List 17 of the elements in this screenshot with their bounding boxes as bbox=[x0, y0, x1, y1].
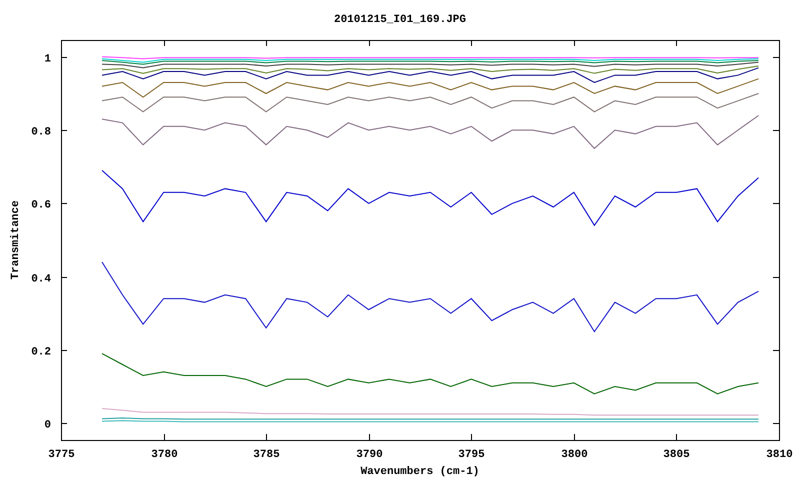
chart-title: 20101215_I01_169.JPG bbox=[334, 14, 466, 26]
tick-label: 1 bbox=[44, 54, 51, 66]
tick-label: 3800 bbox=[561, 449, 588, 461]
tick-label: 0 bbox=[44, 420, 51, 432]
x-axis-label: Wavenumbers (cm-1) bbox=[360, 466, 480, 478]
tick-label: 3790 bbox=[356, 449, 383, 461]
tick-label: 3780 bbox=[151, 449, 178, 461]
tick-label: 0.2 bbox=[31, 346, 51, 358]
tick-label: 3785 bbox=[253, 449, 280, 461]
tick-label: 0.8 bbox=[31, 126, 51, 138]
y-axis-label: Transmitance bbox=[10, 200, 22, 280]
tick-label: 3810 bbox=[766, 449, 793, 461]
tick-label: 3775 bbox=[48, 449, 75, 461]
tick-label: 3805 bbox=[663, 449, 690, 461]
tick-label: 3795 bbox=[458, 449, 485, 461]
tick-label: 0.6 bbox=[31, 200, 51, 212]
tick-label: 0.4 bbox=[31, 274, 51, 286]
